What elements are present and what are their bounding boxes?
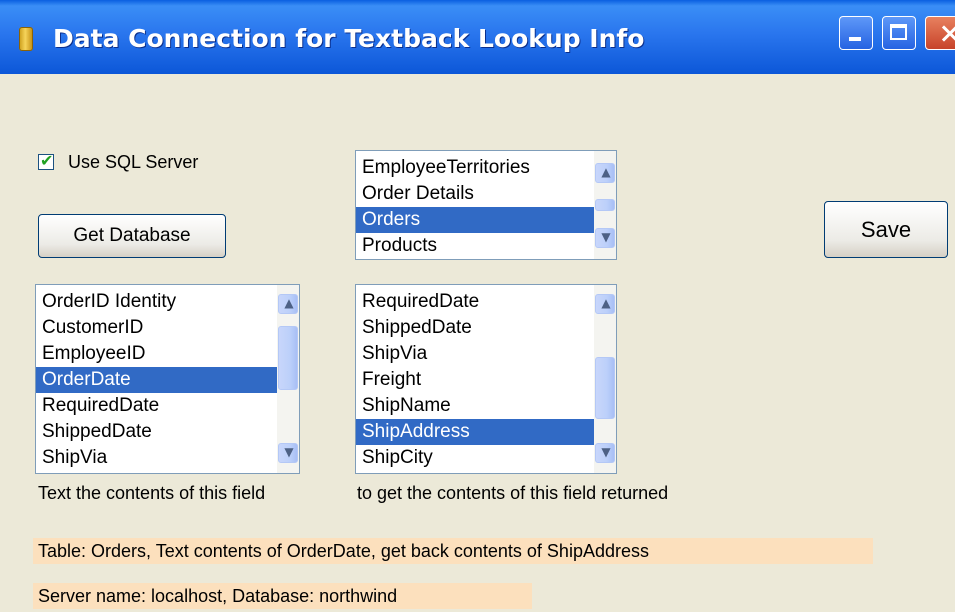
list-item[interactable]: Products — [356, 233, 594, 259]
window-title: Data Connection for Textback Lookup Info — [53, 24, 645, 53]
list-item[interactable]: Orders — [356, 207, 594, 233]
maximize-button[interactable] — [882, 16, 916, 50]
scroll-thumb[interactable] — [595, 199, 615, 211]
minimize-button[interactable] — [839, 16, 873, 50]
use-sql-server-checkbox[interactable]: ✔ — [38, 151, 54, 170]
tables-listbox[interactable]: EmployeeTerritories Order Details Orders Pr… — [355, 150, 617, 260]
app-window: Data Connection for Textback Lookup Info… — [0, 0, 955, 612]
scroll-up-button[interactable]: ▲ — [595, 163, 615, 183]
checkmark-icon: ✔ — [40, 151, 54, 170]
list-item[interactable]: RequiredDate — [36, 393, 277, 419]
list-item[interactable]: Order Details — [356, 181, 594, 207]
lookup-field-listbox[interactable]: OrderID Identity CustomerID EmployeeID Orde… — [35, 284, 300, 474]
scroll-up-button[interactable]: ▲ — [278, 294, 298, 314]
list-item[interactable]: ShippedDate — [356, 315, 594, 341]
use-sql-server-label[interactable]: Use SQL Server — [68, 152, 198, 173]
scroll-thumb[interactable] — [278, 326, 298, 390]
connection-summary: Server name: localhost, Database: northw… — [33, 583, 532, 609]
list-item[interactable]: ShipVia — [356, 341, 594, 367]
chevron-down-icon: ▼ — [284, 445, 294, 459]
scroll-down-button[interactable]: ▼ — [595, 443, 615, 463]
list-item[interactable]: OrderID Identity — [36, 289, 277, 315]
list-item[interactable]: ShipAddress — [356, 419, 594, 445]
chevron-down-icon: ▼ — [601, 445, 611, 459]
list-item[interactable]: OrderDate — [36, 367, 277, 393]
return-field-listbox[interactable]: RequiredDate ShippedDate ShipVia Freight Shi… — [355, 284, 617, 474]
chevron-up-icon: ▲ — [284, 296, 294, 310]
list-item[interactable]: ShipCity — [356, 445, 594, 471]
scrollbar[interactable]: ▲ ▼ — [594, 151, 616, 259]
scroll-down-button[interactable]: ▼ — [278, 443, 298, 463]
list-item[interactable]: RequiredDate — [356, 289, 594, 315]
database-icon — [19, 27, 33, 51]
close-button[interactable] — [925, 16, 955, 50]
list-item[interactable]: ShippedDate — [36, 419, 277, 445]
scroll-down-button[interactable]: ▼ — [595, 228, 615, 248]
list-item[interactable]: EmployeeID — [36, 341, 277, 367]
list-item[interactable]: EmployeeTerritories — [356, 155, 594, 181]
get-database-button[interactable]: Get Database — [38, 214, 226, 258]
scroll-thumb[interactable] — [595, 357, 615, 419]
lookup-field-caption: Text the contents of this field — [38, 483, 266, 503]
scrollbar[interactable]: ▲ ▼ — [277, 285, 299, 473]
scrollbar[interactable]: ▲ ▼ — [594, 285, 616, 473]
chevron-up-icon: ▲ — [601, 296, 611, 310]
list-item[interactable]: CustomerID — [36, 315, 277, 341]
title-bar[interactable]: Data Connection for Textback Lookup Info — [0, 0, 955, 74]
return-field-caption: to get the contents of this field return… — [357, 483, 669, 503]
chevron-up-icon: ▲ — [601, 165, 611, 179]
list-item[interactable]: ShipVia — [36, 445, 277, 471]
list-item[interactable]: Freight — [356, 367, 594, 393]
query-summary: Table: Orders, Text contents of OrderDat… — [33, 538, 873, 564]
save-button[interactable]: Save — [824, 201, 948, 258]
chevron-down-icon: ▼ — [601, 230, 611, 244]
list-item[interactable]: ShipName — [356, 393, 594, 419]
scroll-up-button[interactable]: ▲ — [595, 294, 615, 314]
